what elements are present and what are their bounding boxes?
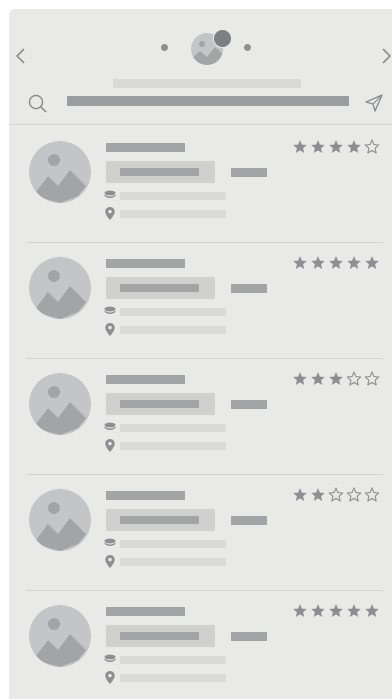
star-filled-icon: [310, 139, 326, 155]
star-filled-icon: [292, 371, 308, 387]
star-filled-icon: [346, 255, 362, 271]
star-filled-icon: [328, 139, 344, 155]
subtitle-placeholder: [113, 79, 301, 88]
item-image-icon: [28, 372, 92, 436]
list-item[interactable]: [27, 591, 383, 699]
coins-icon: [104, 538, 116, 548]
pager-dot-left[interactable]: [161, 44, 168, 51]
list-item[interactable]: [27, 127, 383, 243]
item-title: [106, 143, 185, 152]
item-tag: [106, 161, 215, 183]
star-filled-icon: [292, 603, 308, 619]
star-empty-icon: [346, 371, 362, 387]
item-detail-line: [120, 540, 226, 548]
star-empty-icon: [346, 487, 362, 503]
star-filled-icon: [364, 255, 380, 271]
star-empty-icon: [328, 487, 344, 503]
chevron-left-icon[interactable]: [14, 47, 28, 65]
search-icon[interactable]: [27, 93, 49, 115]
item-image-icon: [28, 140, 92, 204]
item-location-line: [120, 674, 226, 682]
location-pin-icon: [105, 671, 115, 684]
star-filled-icon: [310, 255, 326, 271]
coins-icon: [104, 190, 116, 200]
item-location-line: [120, 210, 226, 218]
star-filled-icon: [346, 139, 362, 155]
list-item[interactable]: [27, 243, 383, 359]
star-filled-icon: [364, 603, 380, 619]
star-empty-icon: [364, 487, 380, 503]
send-icon[interactable]: [364, 93, 384, 113]
star-filled-icon: [310, 371, 326, 387]
star-rating: [292, 139, 380, 155]
notification-badge: [213, 29, 232, 48]
star-filled-icon: [328, 603, 344, 619]
item-tag-label: [120, 168, 199, 176]
item-title: [106, 259, 185, 268]
star-rating: [292, 371, 380, 387]
star-empty-icon: [364, 139, 380, 155]
item-detail-line: [120, 308, 226, 316]
item-location-line: [120, 326, 226, 334]
star-filled-icon: [292, 255, 308, 271]
star-rating: [292, 487, 380, 503]
item-tag: [106, 277, 215, 299]
item-tag: [106, 509, 215, 531]
list-item[interactable]: [27, 475, 383, 591]
item-image-icon: [28, 256, 92, 320]
item-location-line: [120, 558, 226, 566]
item-tag: [106, 625, 215, 647]
star-filled-icon: [328, 255, 344, 271]
item-price: [231, 632, 267, 641]
result-list: [9, 127, 392, 699]
item-tag-label: [120, 632, 199, 640]
item-location-line: [120, 442, 226, 450]
star-filled-icon: [346, 603, 362, 619]
star-filled-icon: [310, 603, 326, 619]
star-empty-icon: [364, 371, 380, 387]
item-detail-line: [120, 192, 226, 200]
pager-dot-right[interactable]: [244, 44, 251, 51]
location-pin-icon: [105, 439, 115, 452]
item-tag-label: [120, 284, 199, 292]
item-price: [231, 168, 267, 177]
star-filled-icon: [328, 371, 344, 387]
chevron-right-icon[interactable]: [379, 47, 392, 65]
star-rating: [292, 255, 380, 271]
item-price: [231, 400, 267, 409]
item-detail-line: [120, 424, 226, 432]
item-price: [231, 284, 267, 293]
location-pin-icon: [105, 207, 115, 220]
item-price: [231, 516, 267, 525]
item-tag-label: [120, 400, 199, 408]
coins-icon: [104, 654, 116, 664]
coins-icon: [104, 422, 116, 432]
header-divider: [9, 124, 392, 125]
item-tag: [106, 393, 215, 415]
item-detail-line: [120, 656, 226, 664]
item-title: [106, 491, 185, 500]
item-image-icon: [28, 604, 92, 668]
star-filled-icon: [310, 487, 326, 503]
search-input[interactable]: [67, 96, 349, 106]
item-title: [106, 375, 185, 384]
item-title: [106, 607, 185, 616]
list-item[interactable]: [27, 359, 383, 475]
location-pin-icon: [105, 555, 115, 568]
item-tag-label: [120, 516, 199, 524]
item-image-icon: [28, 488, 92, 552]
star-filled-icon: [292, 139, 308, 155]
star-rating: [292, 603, 380, 619]
location-pin-icon: [105, 323, 115, 336]
app-card: [9, 9, 392, 699]
coins-icon: [104, 306, 116, 316]
star-filled-icon: [292, 487, 308, 503]
